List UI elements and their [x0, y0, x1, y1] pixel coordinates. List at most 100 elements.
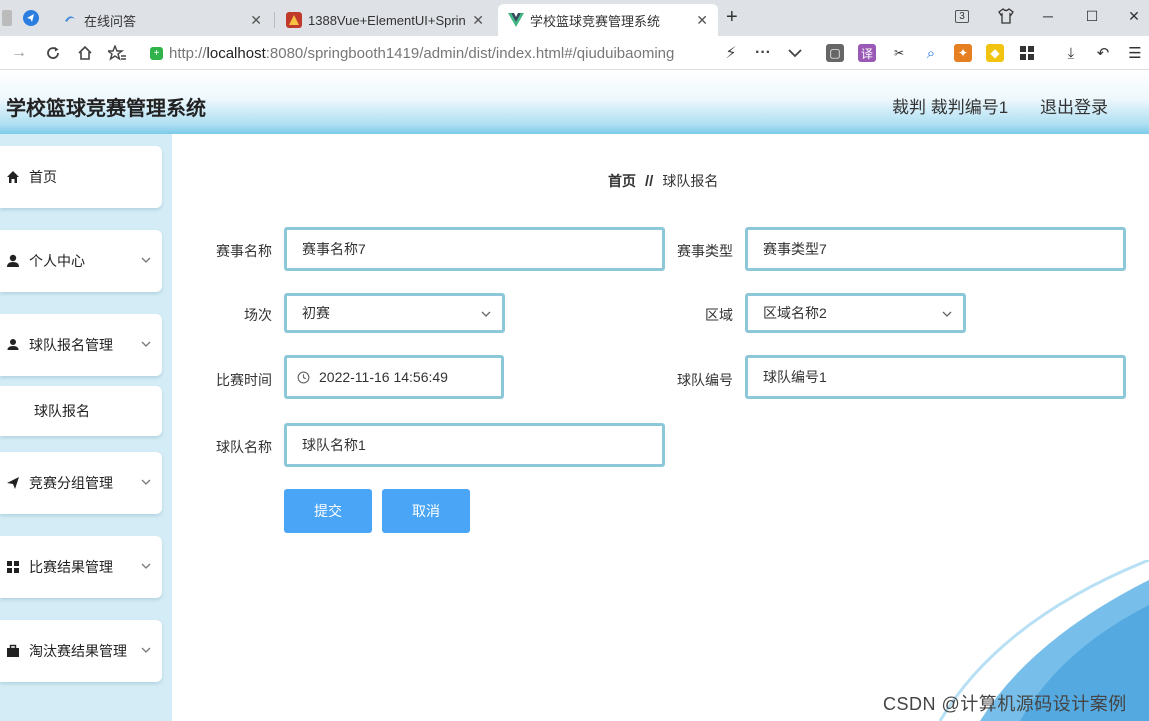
apps-grid-icon[interactable]	[1018, 44, 1036, 62]
address-bar: → + http://localhost:8080/springbooth141…	[0, 36, 1149, 70]
tab-count-badge[interactable]: 3	[940, 0, 984, 32]
tab-overview-icon[interactable]	[0, 7, 14, 29]
tab-label: 1388Vue+ElementUI+Sprin	[308, 12, 466, 28]
vue-logo-icon	[508, 12, 524, 28]
region-label: 区域	[705, 307, 733, 323]
translate-icon[interactable]: 译	[858, 44, 876, 62]
chevron-down-icon	[141, 479, 151, 485]
qa-favicon-icon	[62, 12, 78, 28]
reader-icon[interactable]: ▢	[826, 44, 844, 62]
logout-link[interactable]: 退出登录	[1040, 93, 1108, 118]
app-header: 学校篮球竞赛管理系统 裁判 裁判编号1 退出登录	[0, 70, 1149, 134]
team-name-label: 球队名称	[216, 439, 272, 455]
send-icon	[6, 476, 20, 490]
chevron-down-icon[interactable]	[784, 42, 806, 64]
select-value: 初赛	[302, 305, 330, 321]
menu-icon[interactable]: ☰	[1126, 44, 1144, 62]
home-browser-icon[interactable]	[74, 42, 96, 64]
maximize-icon[interactable]: ☐	[1070, 0, 1114, 32]
forward-icon[interactable]: →	[8, 42, 30, 64]
tab-active-system[interactable]: 学校篮球竞赛管理系统 ✕	[498, 4, 718, 36]
sidebar-subitem-team-registration[interactable]: 球队报名	[0, 386, 162, 436]
breadcrumb-home[interactable]: 首页	[608, 171, 636, 191]
close-icon[interactable]: ✕	[696, 12, 708, 29]
event-name-input[interactable]: 赛事名称7	[284, 227, 665, 271]
browser-logo-icon[interactable]	[20, 7, 42, 29]
sidebar-item-label: 淘汰赛结果管理	[29, 643, 127, 659]
sidebar-item-label: 竞赛分组管理	[29, 475, 113, 491]
close-window-icon[interactable]: ✕	[1112, 0, 1149, 32]
bookmark-star-icon[interactable]	[106, 42, 128, 64]
lightning-icon[interactable]: ⚡	[720, 42, 742, 64]
cancel-button[interactable]: 取消	[382, 489, 470, 533]
chevron-down-icon	[141, 563, 151, 569]
sidebar-subitem-label: 球队报名	[34, 403, 90, 419]
sidebar-item-home[interactable]: 首页	[0, 146, 162, 208]
download-icon[interactable]: ⤓	[1062, 44, 1080, 62]
sidebar-item-knockout-management[interactable]: 淘汰赛结果管理	[0, 620, 162, 682]
select-value: 区域名称2	[763, 305, 827, 321]
app-title: 学校篮球竞赛管理系统	[6, 98, 206, 120]
chevron-down-icon	[942, 311, 952, 317]
minimize-icon[interactable]: ─	[1026, 0, 1070, 32]
sidebar-item-label: 首页	[29, 169, 57, 185]
game-ext-icon[interactable]: ✦	[954, 44, 972, 62]
team-no-input[interactable]: 球队编号1	[745, 355, 1126, 399]
breadcrumb-separator: //	[645, 172, 654, 190]
home-icon	[6, 170, 20, 184]
input-value: 球队名称1	[302, 437, 366, 453]
search-ext-icon[interactable]: ⌕	[922, 44, 940, 62]
project-favicon-icon	[286, 12, 302, 28]
input-value: 赛事类型7	[763, 241, 827, 257]
tab-qa[interactable]: 在线问答 ✕	[52, 4, 272, 36]
secure-shield-icon: +	[150, 46, 163, 60]
match-time-picker[interactable]: 2022-11-16 14:56:49	[284, 355, 504, 399]
more-icon[interactable]: ···	[752, 42, 774, 64]
watermark: CSDN @计算机源码设计案例	[883, 694, 1127, 714]
close-icon[interactable]: ✕	[472, 12, 484, 29]
match-time-label: 比赛时间	[216, 372, 272, 388]
user-icon	[6, 254, 20, 268]
event-name-label: 赛事名称	[216, 243, 272, 259]
region-select[interactable]: 区域名称2	[745, 293, 966, 333]
tab-label: 在线问答	[84, 13, 137, 29]
clock-icon	[297, 371, 310, 383]
chevron-down-icon	[481, 311, 491, 317]
close-icon[interactable]: ✕	[250, 12, 262, 29]
shirt-icon[interactable]	[984, 0, 1028, 32]
team-name-input[interactable]: 球队名称1	[284, 423, 665, 467]
undo-icon[interactable]: ↶	[1094, 44, 1112, 62]
breadcrumb: 首页 // 球队报名	[608, 171, 718, 191]
sidebar-item-team-registration[interactable]: 球队报名管理	[0, 314, 162, 376]
new-tab-icon[interactable]: +	[726, 6, 738, 29]
sidebar-item-profile[interactable]: 个人中心	[0, 230, 162, 292]
sidebar-item-label: 球队报名管理	[29, 337, 113, 353]
shield-ext-icon[interactable]: ◆	[986, 44, 1004, 62]
url-field[interactable]: + http://localhost:8080/springbooth1419/…	[150, 43, 674, 63]
event-type-input[interactable]: 赛事类型7	[745, 227, 1126, 271]
breadcrumb-current: 球队报名	[662, 173, 719, 189]
sidebar-item-result-management[interactable]: 比赛结果管理	[0, 536, 162, 598]
grid-icon	[6, 560, 20, 574]
url-text: http://localhost:8080/springbooth1419/ad…	[169, 44, 675, 62]
sidebar: 首页 个人中心 球队报名管理 球队报名 竞赛分组管理 比赛结果管理 淘汰赛结果管…	[0, 134, 172, 721]
sidebar-item-group-management[interactable]: 竞赛分组管理	[0, 452, 162, 514]
tab-divider	[274, 12, 275, 28]
reload-icon[interactable]	[42, 42, 64, 64]
tab-project[interactable]: 1388Vue+ElementUI+Sprin ✕	[276, 4, 494, 36]
chevron-down-icon	[141, 647, 151, 653]
sidebar-item-label: 个人中心	[29, 253, 85, 269]
sidebar-item-label: 比赛结果管理	[29, 559, 113, 575]
submit-button[interactable]: 提交	[284, 489, 372, 533]
date-value: 2022-11-16 14:56:49	[319, 369, 448, 385]
input-value: 赛事名称7	[302, 241, 366, 257]
browser-tab-strip: 在线问答 ✕ 1388Vue+ElementUI+Sprin ✕ 学校篮球竞赛管…	[0, 0, 1149, 36]
chevron-down-icon	[141, 341, 151, 347]
scissors-icon[interactable]: ✂	[890, 44, 908, 62]
round-select[interactable]: 初赛	[284, 293, 505, 333]
tab-count-value: 3	[955, 9, 969, 23]
team-no-label: 球队编号	[677, 372, 733, 388]
tab-label: 学校篮球竞赛管理系统	[530, 13, 661, 29]
input-value: 球队编号1	[763, 369, 827, 385]
briefcase-icon	[6, 644, 20, 658]
